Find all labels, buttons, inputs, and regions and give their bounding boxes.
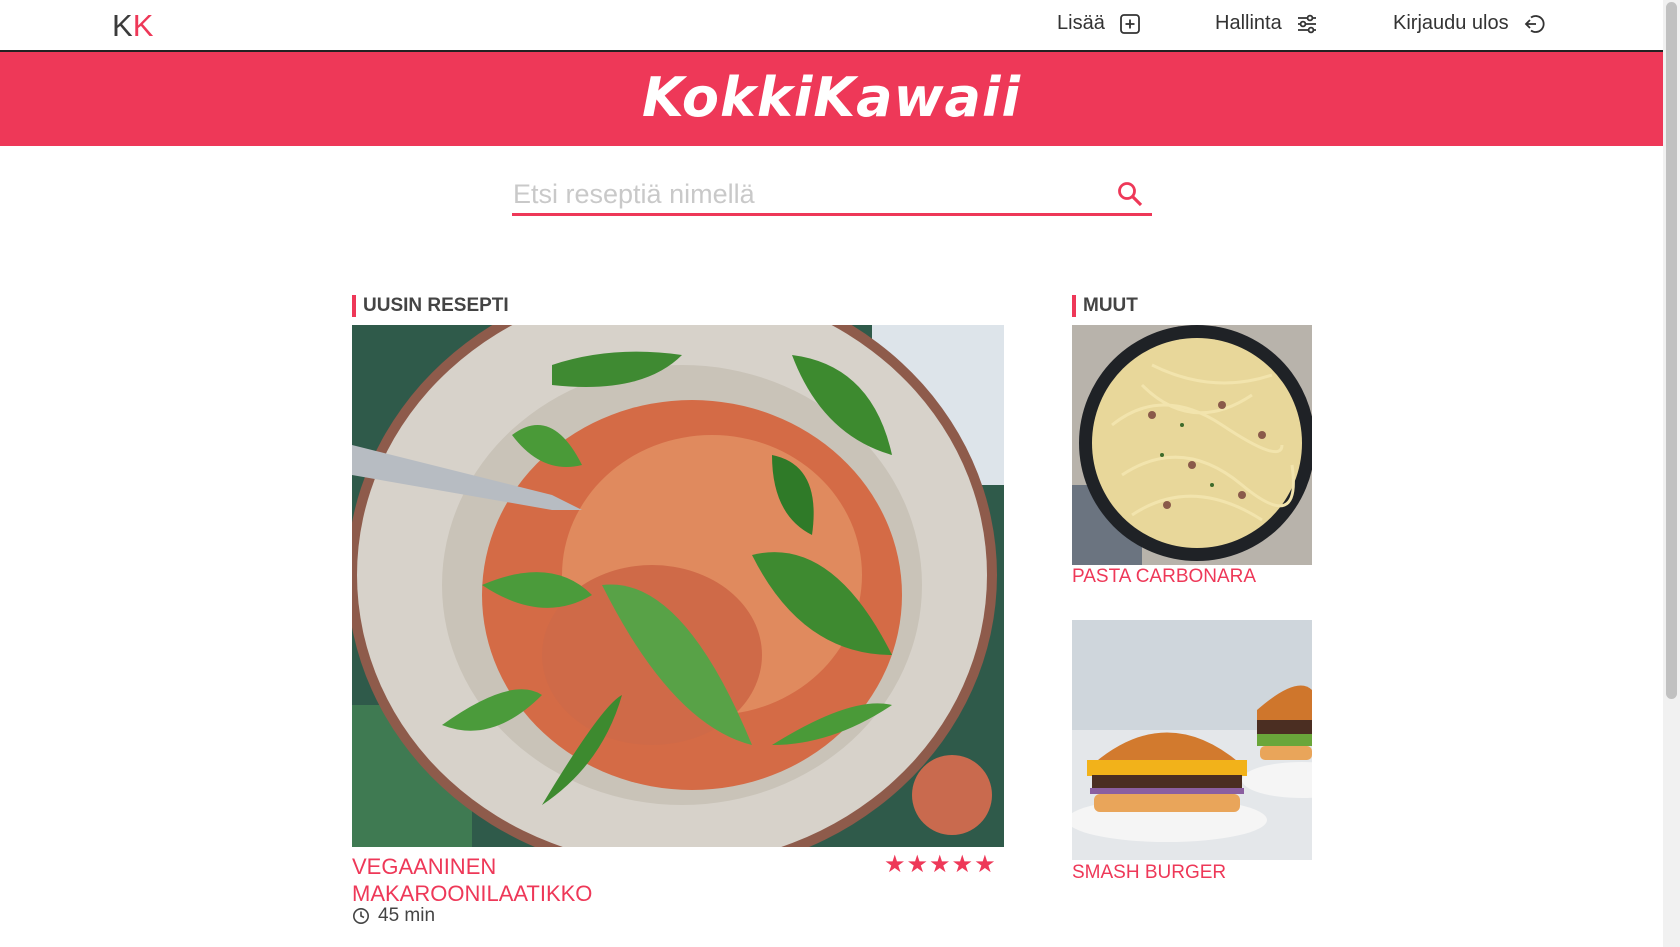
logo-letter-1: K — [112, 8, 133, 43]
nav-add-link[interactable]: Lisää — [1057, 12, 1141, 35]
nav-add-label: Lisää — [1057, 12, 1105, 34]
star-icon: ★ — [974, 851, 997, 878]
featured-recipe-time: 45 min — [352, 905, 435, 927]
sliders-icon — [1297, 14, 1316, 33]
star-icon: ★ — [906, 851, 930, 878]
clock-icon — [353, 908, 369, 924]
featured-recipe-rating: ★★★★★ — [884, 850, 997, 879]
logo[interactable]: KK — [112, 8, 153, 44]
star-icon: ★ — [929, 851, 952, 878]
recipe-card-image[interactable] — [1072, 620, 1312, 860]
recipe-card-title[interactable]: SMASH BURGER — [1072, 862, 1226, 884]
search-bar — [512, 176, 1152, 216]
other-recipes-heading: MUUT — [1072, 295, 1138, 317]
nav-logout-link[interactable]: Kirjaudu ulos — [1393, 12, 1545, 35]
star-icon: ★ — [884, 851, 907, 878]
plus-square-icon — [1119, 13, 1140, 34]
burger-photo — [1072, 620, 1312, 860]
page-scrollbar[interactable] — [1663, 0, 1680, 947]
nav-manage-label: Hallinta — [1215, 12, 1282, 34]
latest-recipe-heading: UUSIN RESEPTI — [352, 295, 509, 317]
top-navbar: KK Lisää Hallinta Kirjaudu ulos — [0, 0, 1663, 52]
search-input[interactable] — [512, 176, 1102, 212]
nav-manage-link[interactable]: Hallinta — [1215, 12, 1318, 35]
macaroni-bowl-photo — [352, 325, 1004, 847]
recipe-card-title[interactable]: PASTA CARBONARA — [1072, 566, 1256, 588]
nav-logout-label: Kirjaudu ulos — [1393, 12, 1509, 34]
star-icon: ★ — [951, 851, 975, 878]
featured-recipe-time-value: 45 min — [378, 905, 436, 926]
featured-recipe-title[interactable]: VEGAANINEN MAKAROONILAATIKKO — [352, 853, 652, 907]
scrollbar-thumb[interactable] — [1666, 2, 1677, 699]
logo-letter-2: K — [132, 8, 154, 43]
carbonara-photo — [1072, 325, 1312, 565]
site-title: KokkiKawaii — [642, 65, 1021, 129]
search-icon[interactable] — [1116, 180, 1144, 208]
recipe-card-image[interactable] — [1072, 325, 1312, 565]
site-banner: KokkiKawaii — [0, 52, 1663, 146]
logout-icon — [1524, 14, 1545, 33]
featured-recipe-image[interactable] — [352, 325, 1004, 847]
